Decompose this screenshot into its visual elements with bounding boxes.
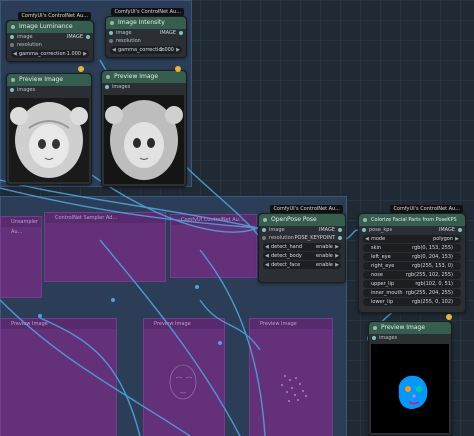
input-port-image[interactable]: image IMAGE [7, 33, 93, 41]
collapse-dot-icon[interactable] [110, 21, 114, 25]
node-source-tag: ComfyUI's ControlNet Au... [270, 205, 343, 213]
collapse-dot-icon[interactable] [363, 218, 367, 222]
preview-image-grayscale [9, 98, 89, 182]
node-source-tag: ComfyUI's ControlNet Au... [390, 205, 463, 213]
status-badge [446, 314, 452, 320]
node-title: Preview Image [114, 73, 159, 80]
mode-select[interactable]: ◀ mode polygon ▶ [363, 235, 461, 243]
image-intensity-node[interactable]: ComfyUI's ControlNet Au... Image Intensi… [105, 8, 187, 58]
nose-color-field[interactable]: nose rgb(255, 102, 255) [363, 271, 461, 279]
detect-body-toggle[interactable]: ◀ detect_body enable ▶ [263, 252, 341, 260]
workflow-canvas[interactable]: Unsampler Au... ControlNet Sampler Ad...… [0, 0, 474, 436]
input-port-image[interactable]: image IMAGE [106, 29, 186, 37]
detect-hand-toggle[interactable]: ◀ detect_hand enable ▶ [263, 243, 341, 251]
input-port-pose-kps[interactable]: pose_kps IMAGE [359, 226, 465, 234]
output-port-label: IMAGE [438, 227, 455, 233]
node-title: Preview Image [381, 324, 426, 331]
gamma-correction-widget[interactable]: ◀ gamma_correction 1.000 ▶ [110, 46, 182, 54]
output-port-label: IMAGE [159, 30, 176, 36]
output-port-label: IMAGE [66, 34, 83, 40]
node-title: Colorize Facial Parts from PoseKPS [371, 217, 457, 223]
node-source-tag: ComfyUI's ControlNet Au... [18, 12, 91, 20]
upper-lip-color-field[interactable]: upper_lip rgb(102, 0, 51) [363, 280, 461, 288]
input-port-images[interactable]: images [369, 334, 451, 342]
collapse-dot-icon[interactable] [11, 78, 15, 82]
collapse-dot-icon[interactable] [106, 75, 110, 79]
preview-image-node-1[interactable]: Preview Image images [6, 73, 92, 185]
node-title: Image Intensity [118, 19, 165, 26]
output-port-label: POSE_KEYPOINT [294, 235, 336, 241]
preview-image-colorized-face [371, 344, 449, 433]
left-eye-color-field[interactable]: left_eye rgb(0, 204, 153) [363, 253, 461, 261]
colorize-facial-parts-node[interactable]: ComfyUI's ControlNet Au... Colorize Faci… [358, 205, 466, 313]
collapse-dot-icon[interactable] [373, 326, 377, 330]
input-port-resolution[interactable]: resolution POSE_KEYPOINT [259, 234, 345, 242]
node-source-tag: ComfyUI's ControlNet Au... [111, 8, 184, 16]
node-title: Preview Image [19, 76, 64, 83]
preview-image-node-3[interactable]: Preview Image images [368, 321, 452, 436]
lower-lip-color-field[interactable]: lower_lip rgb(255, 0, 102) [363, 298, 461, 306]
input-port-images[interactable]: images [102, 83, 186, 91]
image-luminance-node[interactable]: ComfyUI's ControlNet Au... Image Luminan… [6, 12, 94, 62]
node-title: OpenPose Pose [271, 216, 317, 223]
right-eye-color-field[interactable]: right_eye rgb(255, 153, 0) [363, 262, 461, 270]
input-port-images[interactable]: images [7, 86, 91, 94]
skin-color-field[interactable]: skin rgb(0, 153, 255) [363, 244, 461, 252]
preview-image-intensity [104, 95, 184, 184]
collapse-dot-icon[interactable] [11, 25, 15, 29]
input-port-resolution[interactable]: resolution [106, 37, 186, 45]
status-badge [175, 66, 181, 72]
openpose-pose-node[interactable]: ComfyUI's ControlNet Au... OpenPose Pose… [258, 205, 346, 283]
collapse-dot-icon[interactable] [263, 218, 267, 222]
preview-image-node-2[interactable]: Preview Image images [101, 70, 187, 187]
input-port-resolution[interactable]: resolution [7, 41, 93, 49]
input-port-image[interactable]: image IMAGE [259, 226, 345, 234]
status-badge [78, 66, 84, 72]
detect-face-toggle[interactable]: ◀ detect_face enable ▶ [263, 261, 341, 269]
node-title: Image Luminance [19, 23, 73, 30]
gamma-correction-widget[interactable]: ◀ gamma_correction 1.000 ▶ [11, 50, 89, 58]
output-port-label: IMAGE [318, 227, 335, 233]
inner-mouth-color-field[interactable]: inner_mouth rgb(255, 204, 255) [363, 289, 461, 297]
